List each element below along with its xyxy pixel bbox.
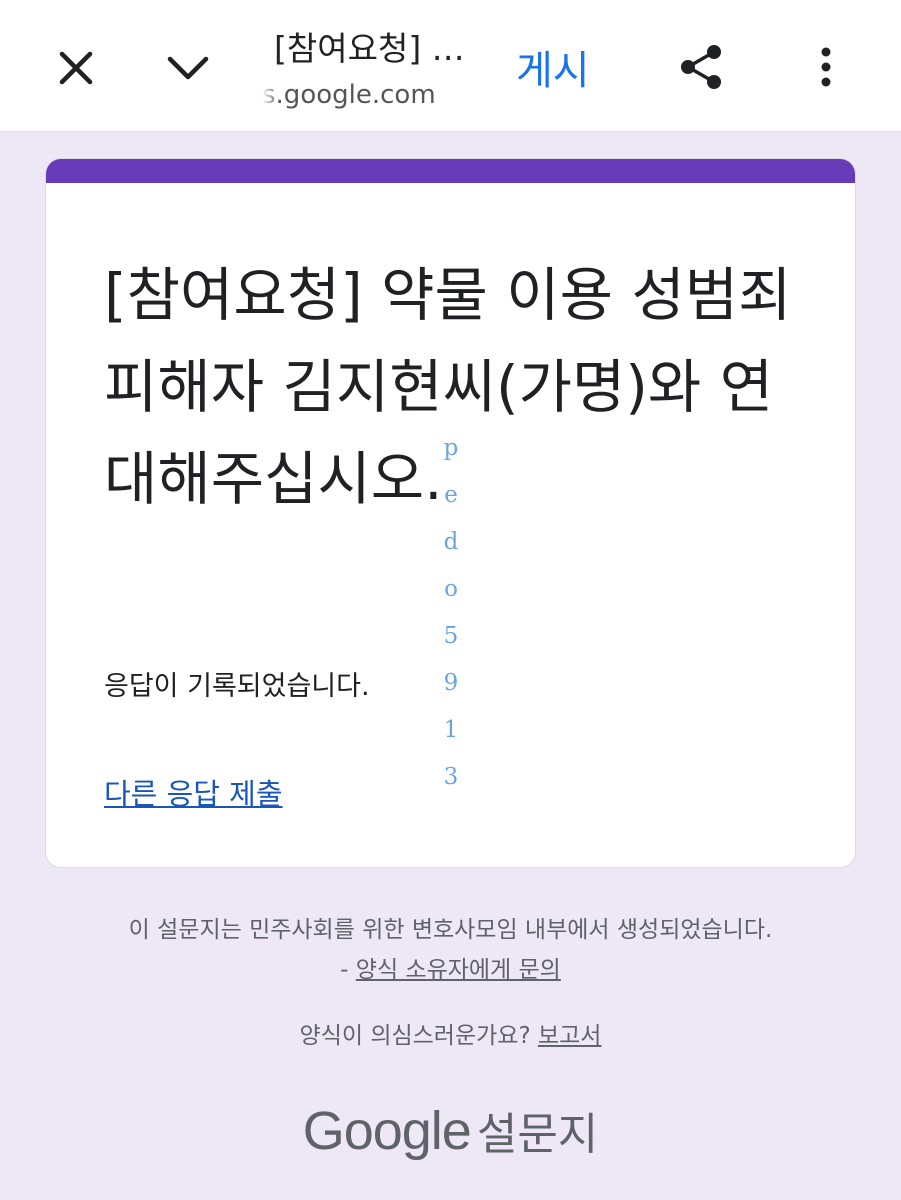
brand-google: Google [302, 1101, 472, 1161]
brand-forms: 설문지 [476, 1109, 599, 1160]
report-link[interactable]: 보고서 [538, 1023, 601, 1049]
page-url: s.google.com [262, 80, 436, 110]
page-title: [참여요청] … [274, 29, 465, 68]
close-icon[interactable] [50, 42, 102, 94]
submit-another-response-link[interactable]: 다른 응답 제출 [104, 771, 283, 813]
post-button[interactable]: 게시 [516, 38, 590, 96]
chevron-down-icon[interactable] [162, 42, 214, 94]
share-icon[interactable] [674, 40, 728, 94]
contact-owner-link[interactable]: 양식 소유자에게 문의 [356, 957, 561, 983]
footer-contact: - 양식 소유자에게 문의 [0, 950, 901, 984]
google-forms-logo[interactable]: Google 설문지 [0, 1098, 901, 1162]
url-fade [262, 80, 280, 114]
browser-toolbar: [참여요청] … s.google.com 게시 [0, 0, 901, 132]
card-accent-bar [46, 159, 855, 183]
watermark-text: p e d o 5 9 1 3 [443, 435, 459, 790]
footer-report: 양식이 의심스러운가요? 보고서 [0, 1016, 901, 1050]
confirmation-message: 응답이 기록되었습니다. [104, 671, 370, 702]
footer-suspicious-question: 양식이 의심스러운가요? [299, 1023, 538, 1049]
footer-created-by: 이 설문지는 민주사회를 위한 변호사모임 내부에서 생성되었습니다. [128, 917, 773, 943]
footer-contact-prefix: - [340, 957, 356, 983]
more-vert-icon[interactable] [804, 40, 848, 94]
